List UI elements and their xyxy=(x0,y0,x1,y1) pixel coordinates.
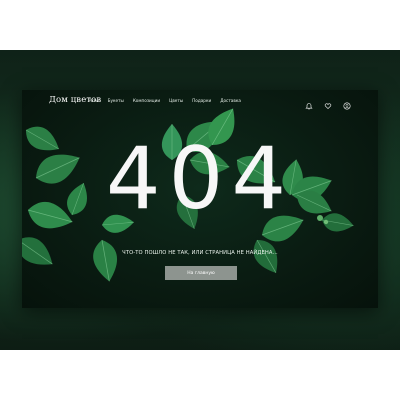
menu-item-delivery[interactable]: Доставка xyxy=(220,98,241,103)
menu-item-flowers[interactable]: Цветы xyxy=(169,98,183,103)
go-home-button[interactable]: На главную xyxy=(165,266,237,280)
header-icons xyxy=(305,95,351,110)
menu-item-roses[interactable]: Розы xyxy=(88,98,99,103)
error-message: ЧТО-ТО ПОШЛО НЕ ТАК, ИЛИ СТРАНИЦА НЕ НАЙ… xyxy=(122,250,278,256)
main-menu: Розы Букеты Композиции Цветы Подарки Дос… xyxy=(88,98,241,103)
menu-item-bouquets[interactable]: Букеты xyxy=(108,98,124,103)
bell-icon[interactable] xyxy=(305,95,313,110)
user-icon[interactable] xyxy=(343,95,351,110)
error-page-mockup: Дом цветов Розы Букеты Композиции Цветы … xyxy=(22,90,378,308)
error-code-404: 404 xyxy=(105,129,295,229)
menu-item-compositions[interactable]: Композиции xyxy=(133,98,160,103)
top-navigation: Дом цветов Розы Букеты Композиции Цветы … xyxy=(22,90,378,112)
heart-icon[interactable] xyxy=(324,95,332,110)
menu-item-gifts[interactable]: Подарки xyxy=(192,98,211,103)
